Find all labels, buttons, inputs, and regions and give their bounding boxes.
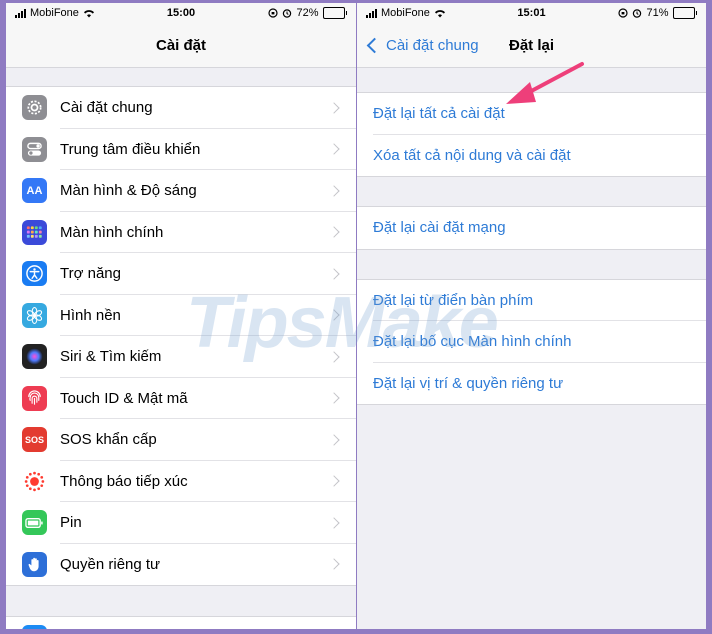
status-bar: MobiFone 15:01 71% xyxy=(357,3,706,23)
settings-row[interactable]: Siri & Tìm kiếm xyxy=(6,336,356,378)
signal-icon xyxy=(15,8,26,18)
settings-row-label: Siri & Tìm kiếm xyxy=(60,348,162,366)
settings-row-label: Hình nền xyxy=(60,306,121,324)
reset-option-row[interactable]: Đặt lại bố cục Màn hình chính xyxy=(357,321,706,363)
reset-option-row[interactable]: Đặt lại cài đặt mạng xyxy=(357,207,706,249)
reset-option-label: Đặt lại tất cả cài đặt xyxy=(373,105,505,123)
orientation-lock-icon xyxy=(268,8,279,18)
reset-option-row[interactable]: Đặt lại tất cả cài đặt xyxy=(357,93,706,135)
chevron-right-icon xyxy=(328,102,340,114)
home-grid-icon xyxy=(22,219,47,245)
reset-screen: MobiFone 15:01 71% Cài đặt chung Đặt lại… xyxy=(357,3,706,629)
settings-row[interactable]: SOS SOS khẩn cấp xyxy=(6,419,356,461)
orientation-lock-icon xyxy=(618,8,629,18)
reset-option-label: Đặt lại từ điển bàn phím xyxy=(373,291,534,309)
status-time: 15:01 xyxy=(517,7,546,19)
settings-row-label: Pin xyxy=(60,514,82,532)
reset-group-2: Đặt lại cài đặt mạng xyxy=(357,206,706,250)
page-title: Đặt lại xyxy=(508,36,554,54)
settings-row[interactable]: AA Màn hình & Độ sáng xyxy=(6,170,356,212)
battery-icon xyxy=(322,7,347,19)
battery-icon xyxy=(22,510,47,536)
settings-group-store: App Store xyxy=(6,616,356,629)
gear-icon xyxy=(22,95,47,121)
wallpaper-flower-icon xyxy=(22,302,47,328)
nav-bar: Cài đặt xyxy=(6,23,356,68)
chevron-right-icon xyxy=(328,558,340,570)
settings-row-label: Quyền riêng tư xyxy=(60,555,161,573)
settings-row[interactable]: Trợ năng xyxy=(6,253,356,295)
chevron-right-icon xyxy=(328,185,340,197)
settings-group-main: Cài đặt chung Trung tâm điều khiển AA Màn h… xyxy=(6,86,356,586)
chevron-right-icon xyxy=(328,268,340,280)
settings-row-label: Trung tâm điều khiển xyxy=(60,140,201,158)
settings-screen: MobiFone 15:00 72% Cài đặt Cài đặt chung… xyxy=(6,3,356,629)
battery-icon xyxy=(672,7,697,19)
page-title: Cài đặt xyxy=(155,36,206,54)
status-time: 15:00 xyxy=(166,7,196,19)
carrier-name: MobiFone xyxy=(30,7,79,19)
chevron-right-icon xyxy=(328,143,340,155)
accessibility-icon xyxy=(22,261,47,287)
reset-option-label: Đặt lại cài đặt mạng xyxy=(373,219,506,237)
fingerprint-icon xyxy=(22,385,47,411)
toggles-icon xyxy=(22,136,47,162)
settings-row-label: Touch ID & Mật mã xyxy=(60,389,188,407)
reset-option-row[interactable]: Đặt lại từ điển bàn phím xyxy=(357,280,706,322)
settings-row[interactable]: Cài đặt chung xyxy=(6,87,356,129)
chevron-right-icon xyxy=(328,475,340,487)
settings-row[interactable]: Trung tâm điều khiển xyxy=(6,129,356,171)
wifi-icon xyxy=(83,9,94,17)
reset-option-row[interactable]: Xóa tất cả nội dung và cài đặt xyxy=(357,135,706,177)
reset-group-3: Đặt lại từ điển bàn phím Đặt lại bố cục M… xyxy=(357,278,706,405)
settings-row[interactable]: Màn hình chính xyxy=(6,212,356,254)
back-label: Cài đặt chung xyxy=(386,36,479,54)
alarm-icon xyxy=(283,9,292,18)
settings-row-label: Cài đặt chung xyxy=(60,99,153,117)
reset-option-label: Xóa tất cả nội dung và cài đặt xyxy=(373,146,571,164)
chevron-right-icon xyxy=(328,309,340,321)
settings-row-label: Màn hình & Độ sáng xyxy=(60,182,197,200)
sos-icon: SOS xyxy=(22,427,47,453)
chevron-right-icon xyxy=(328,351,340,363)
battery-percent: 72% xyxy=(296,7,319,19)
chevron-right-icon xyxy=(328,434,340,446)
settings-row[interactable]: Touch ID & Mật mã xyxy=(6,378,356,420)
screenshot-frame: MobiFone 15:00 72% Cài đặt Cài đặt chung… xyxy=(6,3,706,629)
chevron-left-icon xyxy=(366,37,383,53)
exposure-notification-icon xyxy=(22,468,47,494)
settings-row-label: Thông báo tiếp xúc xyxy=(60,472,188,490)
settings-row-label: SOS khẩn cấp xyxy=(60,431,157,449)
settings-row-label: Màn hình chính xyxy=(60,223,164,241)
hand-icon xyxy=(22,551,47,577)
settings-row[interactable]: Thông báo tiếp xúc xyxy=(6,461,356,503)
reset-option-label: Đặt lại bố cục Màn hình chính xyxy=(373,333,572,351)
alarm-icon xyxy=(633,9,642,18)
chevron-right-icon xyxy=(328,392,340,404)
settings-row[interactable]: Hình nền xyxy=(6,295,356,337)
chevron-right-icon xyxy=(328,226,340,238)
reset-option-label: Đặt lại vị trí & quyền riêng tư xyxy=(373,374,564,392)
reset-option-row[interactable]: Đặt lại vị trí & quyền riêng tư xyxy=(357,363,706,405)
text-size-icon: AA xyxy=(22,178,47,204)
settings-row[interactable]: App Store xyxy=(6,617,356,629)
reset-group-1: Đặt lại tất cả cài đặt Xóa tất cả nội dun… xyxy=(357,92,706,177)
back-button[interactable]: Cài đặt chung xyxy=(365,23,479,67)
status-bar: MobiFone 15:00 72% xyxy=(6,3,356,23)
chevron-right-icon xyxy=(328,517,340,529)
signal-icon xyxy=(366,8,377,18)
nav-bar: Cài đặt chung Đặt lại xyxy=(357,23,706,68)
carrier-name: MobiFone xyxy=(381,7,430,19)
settings-row[interactable]: Pin xyxy=(6,502,356,544)
app-store-icon xyxy=(22,625,47,629)
battery-percent: 71% xyxy=(646,7,669,19)
wifi-icon xyxy=(434,9,445,17)
settings-row[interactable]: Quyền riêng tư xyxy=(6,544,356,586)
siri-icon xyxy=(22,344,47,370)
settings-row-label: Trợ năng xyxy=(60,265,121,283)
